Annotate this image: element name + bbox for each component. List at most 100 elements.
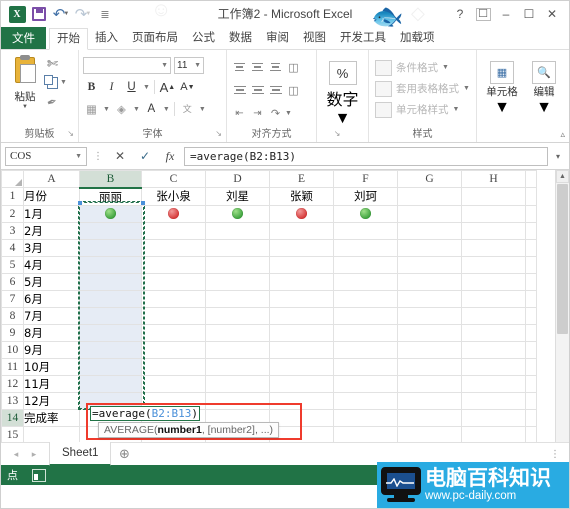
- cell-G4[interactable]: [397, 238, 462, 257]
- column-header-G[interactable]: G: [397, 170, 462, 188]
- cell-G9[interactable]: [397, 323, 462, 342]
- cell-C10[interactable]: [141, 340, 206, 359]
- row-header-10[interactable]: 10: [1, 340, 24, 359]
- column-header-D[interactable]: D: [205, 170, 270, 188]
- cell-E15[interactable]: [269, 425, 334, 442]
- cell-E9[interactable]: [269, 323, 334, 342]
- cell-G14[interactable]: [397, 408, 462, 427]
- expand-formula-bar-icon[interactable]: ▾: [551, 147, 565, 166]
- cell-F15[interactable]: [333, 425, 398, 442]
- minimize-button[interactable]: –: [495, 4, 517, 24]
- vertical-scrollbar[interactable]: ▲: [555, 170, 569, 442]
- cell-H15[interactable]: [461, 425, 526, 442]
- cell-C3[interactable]: [141, 221, 206, 240]
- scroll-up-icon[interactable]: ▲: [556, 170, 569, 183]
- row-header-3[interactable]: 3: [1, 221, 24, 240]
- cell-B5[interactable]: [79, 255, 142, 274]
- cell-C12[interactable]: [141, 374, 206, 393]
- cell-E7[interactable]: [269, 289, 334, 308]
- cell-E14[interactable]: [269, 408, 334, 427]
- cell-A3[interactable]: 2月: [23, 221, 80, 240]
- underline-button[interactable]: U: [123, 79, 140, 96]
- font-name-input[interactable]: ▼: [83, 56, 171, 74]
- cell-D6[interactable]: [205, 272, 270, 291]
- grow-font-button[interactable]: A ▲: [159, 79, 176, 96]
- cell-H1[interactable]: [461, 187, 526, 206]
- cell-H2[interactable]: [461, 204, 526, 223]
- cell-C1[interactable]: 张小泉: [141, 187, 206, 206]
- row-header-6[interactable]: 6: [1, 272, 24, 291]
- cell-H14[interactable]: [461, 408, 526, 427]
- cell-D10[interactable]: [205, 340, 270, 359]
- cell-D4[interactable]: [205, 238, 270, 257]
- add-sheet-icon[interactable]: ⊕: [111, 444, 137, 464]
- underline-dropdown-icon[interactable]: ▼: [143, 84, 150, 91]
- cell-C4[interactable]: [141, 238, 206, 257]
- row-header-8[interactable]: 8: [1, 306, 24, 325]
- cell-F6[interactable]: [333, 272, 398, 291]
- align-right-icon[interactable]: [267, 82, 284, 99]
- cell-G8[interactable]: [397, 306, 462, 325]
- cell-D9[interactable]: [205, 323, 270, 342]
- cell-D13[interactable]: [205, 391, 270, 410]
- cell-C9[interactable]: [141, 323, 206, 342]
- cell-C11[interactable]: [141, 357, 206, 376]
- paste-button[interactable]: 粘贴 ▼: [5, 53, 45, 110]
- cell-D8[interactable]: [205, 306, 270, 325]
- row-header-2[interactable]: 2: [1, 204, 24, 223]
- cell-E3[interactable]: [269, 221, 334, 240]
- cell-H3[interactable]: [461, 221, 526, 240]
- cell-C2[interactable]: [141, 204, 206, 223]
- cell-A1[interactable]: 月份: [23, 187, 80, 206]
- cell-E4[interactable]: [269, 238, 334, 257]
- cell-F8[interactable]: [333, 306, 398, 325]
- row-header-14[interactable]: 14: [1, 408, 24, 427]
- borders-icon[interactable]: ▦: [83, 101, 100, 118]
- cell-B2[interactable]: [79, 204, 142, 223]
- cell-I15[interactable]: [525, 425, 537, 442]
- font-name-dropdown-icon[interactable]: ▼: [161, 62, 168, 69]
- tab-developer[interactable]: 开发工具: [333, 27, 393, 49]
- cell-I8[interactable]: [525, 306, 537, 325]
- sheet-bar-menu-icon[interactable]: ⋮: [547, 449, 563, 460]
- cell-D12[interactable]: [205, 374, 270, 393]
- cell-H13[interactable]: [461, 391, 526, 410]
- row-header-15[interactable]: 15: [1, 425, 24, 442]
- bold-button[interactable]: B: [83, 79, 100, 96]
- cancel-formula-icon[interactable]: ✕: [109, 147, 131, 166]
- cell-F5[interactable]: [333, 255, 398, 274]
- cell-A12[interactable]: 11月: [23, 374, 80, 393]
- cell-E13[interactable]: [269, 391, 334, 410]
- wrap-text-icon[interactable]: ↷: [267, 105, 284, 122]
- row-header-12[interactable]: 12: [1, 374, 24, 393]
- editing-button[interactable]: 🔍 编辑 ▼: [524, 61, 564, 117]
- tab-view[interactable]: 视图: [296, 27, 333, 49]
- tab-file[interactable]: 文件: [1, 27, 46, 49]
- cell-B4[interactable]: [79, 238, 142, 257]
- cell-B8[interactable]: [79, 306, 142, 325]
- cell-G15[interactable]: [397, 425, 462, 442]
- cell-B1[interactable]: 丽丽: [79, 187, 142, 206]
- cell-H12[interactable]: [461, 374, 526, 393]
- cell-A14[interactable]: 完成率: [23, 408, 80, 427]
- cell-A2[interactable]: 1月: [23, 204, 80, 223]
- cell-D3[interactable]: [205, 221, 270, 240]
- clipboard-dialog-launcher[interactable]: ↘: [67, 127, 74, 141]
- tab-home[interactable]: 开始: [49, 28, 88, 50]
- cell-A11[interactable]: 10月: [23, 357, 80, 376]
- font-color-icon[interactable]: A: [143, 101, 160, 118]
- save-icon[interactable]: [29, 5, 49, 23]
- cell-H8[interactable]: [461, 306, 526, 325]
- name-box-dropdown-icon[interactable]: ▼: [75, 152, 82, 160]
- cell-I7[interactable]: [525, 289, 537, 308]
- cell-G7[interactable]: [397, 289, 462, 308]
- cell-D7[interactable]: [205, 289, 270, 308]
- cell-H9[interactable]: [461, 323, 526, 342]
- row-header-13[interactable]: 13: [1, 391, 24, 410]
- cell-B3[interactable]: [79, 221, 142, 240]
- cell-F4[interactable]: [333, 238, 398, 257]
- cell-F11[interactable]: [333, 357, 398, 376]
- cell-E12[interactable]: [269, 374, 334, 393]
- font-size-dropdown-icon[interactable]: ▼: [194, 62, 201, 69]
- cell-I3[interactable]: [525, 221, 537, 240]
